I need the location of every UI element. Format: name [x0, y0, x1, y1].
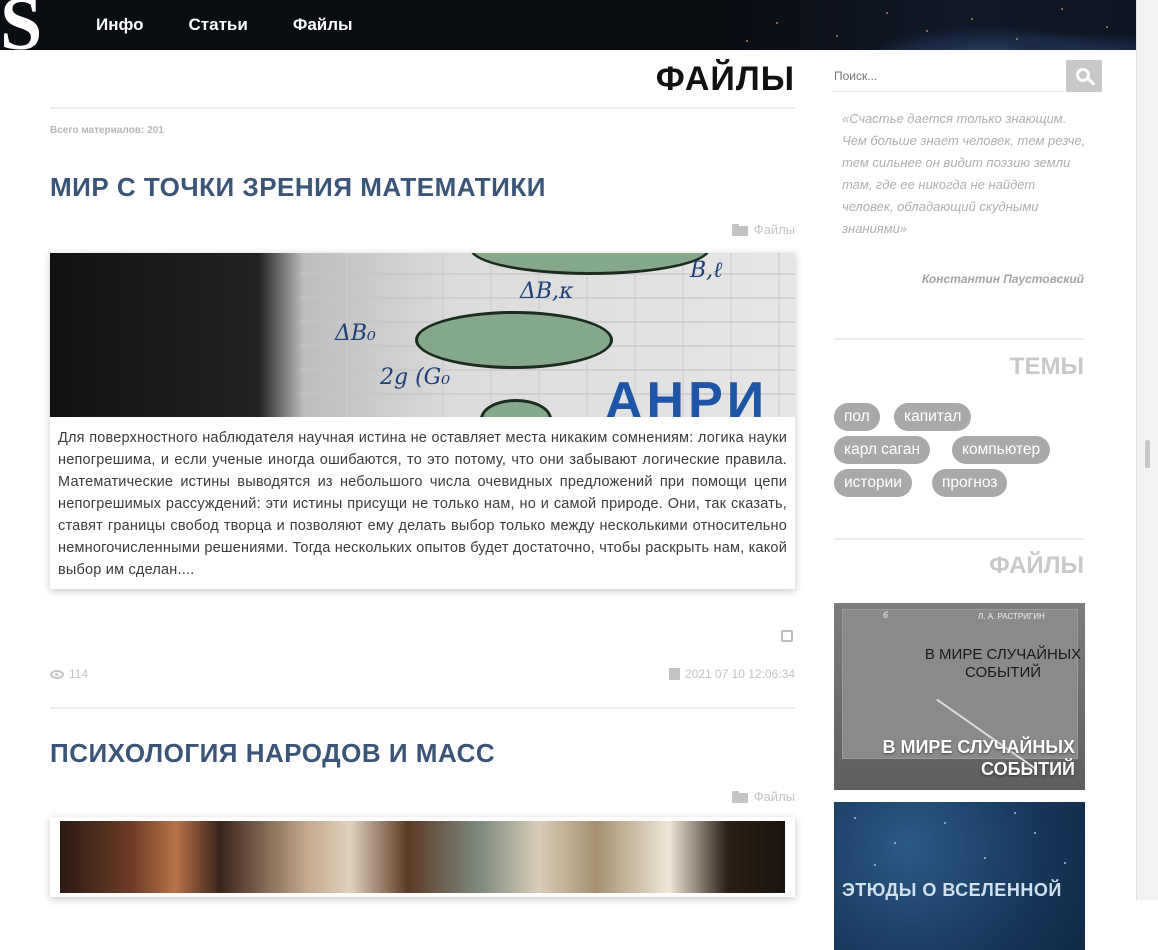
- file-thumbnail[interactable]: 6 Л. А. РАСТРИГИН В МИРЕ СЛУЧАЙНЫХ СОБЫТ…: [834, 603, 1085, 790]
- book-cover-author: Л. А. РАСТРИГИН: [978, 612, 1045, 621]
- tag[interactable]: карл саган: [834, 436, 931, 464]
- search-icon: [1075, 67, 1090, 82]
- header-space-image: [716, 0, 1136, 50]
- post-title[interactable]: ПСИХОЛОГИЯ НАРОДОВ И МАСС: [50, 738, 495, 769]
- post-views-count: 114: [69, 667, 89, 681]
- nav-item-articles[interactable]: Статьи: [189, 15, 248, 35]
- page-title: ФАЙЛЫ: [655, 60, 795, 98]
- topics-heading: ТЕМЫ: [1009, 353, 1084, 380]
- file-caption-line: СОБЫТИЙ: [981, 759, 1075, 779]
- post-image[interactable]: ΔB₀ ΔB,κ 2g (G₀ B,ℓ АНРИ: [50, 253, 795, 417]
- file-caption-line: В МИРЕ СЛУЧАЙНЫХ: [882, 737, 1075, 757]
- post-views: 114: [50, 667, 88, 681]
- post-category[interactable]: Файлы: [731, 222, 795, 237]
- folder-icon: [731, 790, 748, 803]
- folder-icon: [731, 223, 748, 236]
- post-card: ΔB₀ ΔB,κ 2g (G₀ B,ℓ АНРИ Для поверхностн…: [50, 253, 795, 589]
- post-excerpt: Для поверхностного наблюдателя научная и…: [58, 430, 787, 578]
- search-button[interactable]: [1066, 60, 1102, 92]
- file-thumbnail[interactable]: ЭТЮДЫ О ВСЕЛЕННОЙ: [834, 802, 1085, 950]
- nav-item-files[interactable]: Файлы: [293, 15, 353, 35]
- calendar-icon: [668, 668, 680, 680]
- main-nav: Инфо Статьи Файлы: [96, 0, 398, 50]
- post-card: [50, 817, 795, 897]
- sidebar-quote: «Счастье дается только знающим. Чем боль…: [842, 111, 1086, 236]
- book-cover-number: 6: [883, 610, 889, 620]
- post-date: 2021 07 10 12:06:34: [668, 667, 795, 681]
- files-heading: ФАЙЛЫ: [989, 552, 1084, 579]
- post-category-label: Файлы: [753, 789, 795, 804]
- scrollbar-thumb[interactable]: [1145, 440, 1150, 468]
- tag[interactable]: компьютер: [952, 436, 1051, 464]
- post-divider: [50, 707, 795, 709]
- nav-item-info[interactable]: Инфо: [96, 15, 144, 35]
- tag[interactable]: пол: [834, 403, 880, 431]
- file-caption: В МИРЕ СЛУЧАЙНЫХ СОБЫТИЙ: [882, 736, 1075, 780]
- post-category[interactable]: Файлы: [731, 789, 795, 804]
- tag[interactable]: прогноз: [932, 469, 1008, 497]
- tag[interactable]: истории: [834, 469, 912, 497]
- book-cover-title: В МИРЕ СЛУЧАЙНЫХ СОБЫТИЙ: [924, 646, 1082, 681]
- tag[interactable]: капитал: [894, 403, 972, 431]
- top-navbar: S Инфо Статьи Файлы: [0, 0, 1136, 50]
- eye-icon: [50, 669, 64, 679]
- share-icon[interactable]: [781, 630, 793, 642]
- post-image-overlay-text: АНРИ: [605, 372, 769, 417]
- total-label: Всего материалов:: [50, 125, 145, 136]
- sidebar-divider: [834, 338, 1084, 340]
- title-divider: [50, 107, 795, 109]
- post-title[interactable]: МИР С ТОЧКИ ЗРЕНИЯ МАТЕМАТИКИ: [50, 172, 546, 203]
- total-value: 201: [147, 125, 164, 136]
- total-materials: Всего материалов: 201: [50, 125, 164, 136]
- file-caption: ЭТЮДЫ О ВСЕЛЕННОЙ: [842, 880, 1062, 900]
- search-input[interactable]: [832, 60, 1064, 92]
- site-logo[interactable]: S: [0, 0, 42, 50]
- quote-author: Константин Паустовский: [921, 272, 1084, 286]
- post-image[interactable]: [50, 817, 795, 897]
- sidebar-divider: [834, 538, 1084, 540]
- post-date-value: 2021 07 10 12:06:34: [684, 667, 795, 681]
- post-category-label: Файлы: [753, 222, 795, 237]
